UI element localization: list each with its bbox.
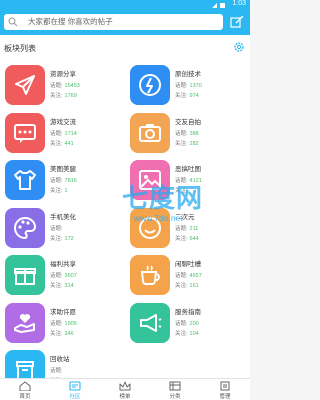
chat-icon [5,112,45,153]
board-item[interactable]: 交友自拍话题: 388 关注: 282 [125,111,250,158]
coffee-cup-icon [130,255,170,295]
board-topics: 话题: [50,225,63,232]
category-icon [169,381,181,391]
section-header: 板块列表 [0,35,250,60]
board-topics: 话题: 1714 [50,130,77,137]
nav-label: 分类 [169,394,181,400]
search-placeholder: 大家都在搜 你喜欢的帖子 [28,17,113,26]
board-name: 原创技术 [175,71,201,78]
board-topics: 话题: 4121 [175,178,202,184]
board-topics: 话题: [50,368,63,374]
board-name: 美图美腿 [50,166,76,173]
board-name: 福利共享 [50,261,76,268]
board-followers: 关注: 172 [50,235,74,242]
board-followers: 关注: 1769 [50,93,77,99]
nav-label: 榜单 [119,394,131,400]
board-followers: 关注: [175,188,188,194]
home-icon [19,381,31,391]
board-item[interactable]: 游戏交流话题: 1714 关注: 441 [0,111,125,158]
board-item[interactable]: 求助许愿话题: 1905 关注: 346 [0,301,125,348]
edit-post-icon[interactable] [230,16,244,28]
board-followers: 关注: 161 [175,283,199,289]
board-name: 恶搞吐图 [175,166,201,173]
camera-icon [130,112,170,153]
board-followers: 关注: 282 [175,140,199,147]
status-bar: 1:03 [0,0,250,10]
nav-tab[interactable]: 管理 [200,379,250,400]
board-followers: 关注: 974 [175,93,199,99]
board-topics: 话题: 1905 [50,320,77,327]
board-item[interactable]: 手机美化话题: 关注: 172 [0,206,125,253]
board-name: 闲聊吐槽 [175,261,201,268]
board-followers: 关注: 1 [50,188,68,194]
nav-label: 首页 [19,394,31,400]
image-icon [130,160,170,200]
board-followers: 关注: 104 [175,330,199,337]
nav-label: 社区 [69,394,81,400]
board-item[interactable]: 美图美腿话题: 7816 关注: 1 [0,158,125,205]
board-item[interactable]: 恶搞吐图话题: 4121 关注: [125,158,250,205]
manage-icon [220,381,230,391]
nav-tab[interactable]: 首页 [0,379,50,400]
nav-tab[interactable]: 榜单 [100,379,150,400]
board-name: 交友自拍 [175,118,201,126]
search-icon [8,17,18,27]
board-topics: 话题: 4657 [175,273,202,279]
board-followers: 关注: 346 [50,330,74,337]
board-followers: 关注: 441 [50,140,74,147]
board-name: 服务指南 [175,308,201,316]
board-topics: 话题: 200 [175,320,199,327]
board-item[interactable]: 原创技术话题: 1370 关注: 974 [125,63,250,110]
nav-tab[interactable]: 分类 [150,379,200,400]
board-item[interactable]: 资源分享话题: 15453 关注: 1769 [0,63,125,110]
board-item[interactable]: 闲聊吐槽话题: 4657 关注: 161 [125,253,250,300]
nav-tab[interactable]: 社区 [50,379,100,400]
board-name: 求助许愿 [50,308,76,316]
board-name: 手机美化 [50,213,76,221]
gift-icon [5,255,45,295]
board-followers: 关注: 644 [175,235,199,242]
app-header: 1:03 大家都在搜 你喜欢的帖子 [0,0,250,35]
board-topics: 话题: 388 [175,130,199,137]
board-grid: 资源分享话题: 15453 关注: 1769 原创技术话题: 1370 关注: 974 游戏交流… [0,60,250,390]
signal-battery-icon [212,3,225,8]
board-name: 资源分享 [50,71,76,78]
board-item[interactable]: 福利共享话题: 3607 关注: 314 [0,253,125,300]
board-topics: 话题: 15453 [50,83,80,89]
section-title: 板块列表 [4,44,36,53]
board-item[interactable]: 服务指南话题: 200 关注: 104 [125,301,250,348]
status-time: 1:03 [232,0,246,7]
community-icon [69,381,81,391]
paper-plane-icon [5,65,45,105]
board-name: 游戏交流 [50,118,76,126]
board-followers: 关注: 314 [50,283,74,289]
board-topics: 话题: 211 [175,225,199,232]
megaphone-icon [130,302,170,343]
gear-icon[interactable] [233,41,245,53]
board-item[interactable]: 二次元话题: 211 关注: 644 [125,206,250,253]
crown-icon [119,381,131,391]
tshirt-icon [5,160,45,200]
lightbulb-icon [130,65,170,105]
board-name: 二次元 [175,213,195,221]
search-input[interactable]: 大家都在搜 你喜欢的帖子 [4,14,223,30]
bottom-nav: 首页 社区 榜单 分类 管理 [0,378,250,400]
board-topics: 话题: 7816 [50,178,77,184]
palette-icon [5,207,45,248]
board-topics: 话题: 3607 [50,273,77,279]
heart-hand-icon [5,302,45,343]
smiley-icon [130,207,170,248]
nav-label: 管理 [219,394,231,400]
board-name: 回收站 [50,356,70,363]
board-topics: 话题: 1370 [175,83,202,89]
